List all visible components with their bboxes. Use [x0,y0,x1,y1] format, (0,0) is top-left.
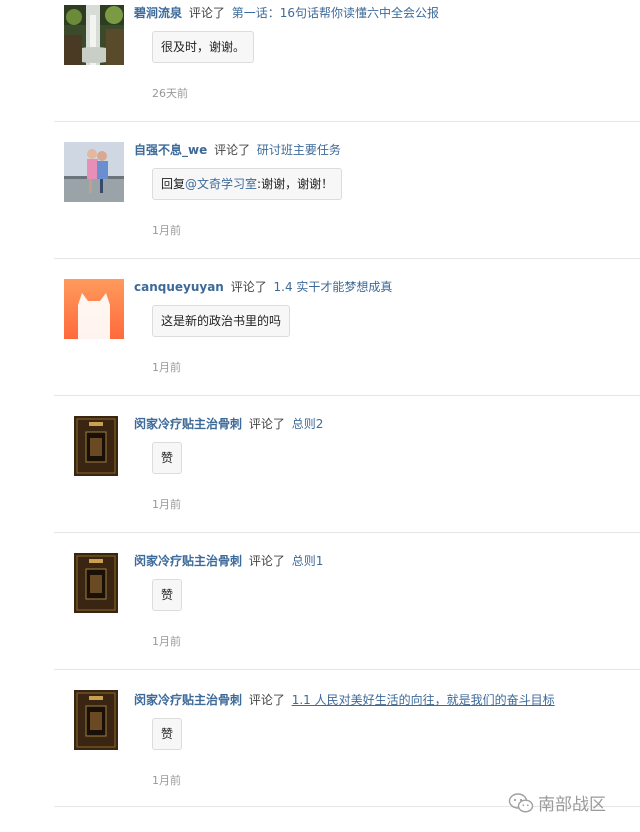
article-link[interactable]: 第一话：16句话帮你读懂六中全会公报 [232,6,439,20]
username-link[interactable]: 闵家冷疗贴主治骨刺 [134,693,242,707]
reply-prefix: 回复 [161,177,186,191]
timestamp: 1月前 [152,774,181,787]
comment-header: canqueyuyan 评论了 1.4 实干才能梦想成真 [134,279,392,295]
comment-bubble: 赞 [152,442,183,474]
avatar[interactable] [74,553,118,613]
timestamp: 1月前 [152,224,181,237]
comment-item: canqueyuyan 评论了 1.4 实干才能梦想成真 这是新的政治书里的吗 … [54,259,640,396]
action-text: 评论了 [248,417,285,431]
avatar[interactable] [74,690,118,750]
comment-text: :谢谢，谢谢！ [257,177,334,191]
comment-item: 碧涧流泉 评论了 第一话：16句话帮你读懂六中全会公报 很及时，谢谢。 26天前 [54,0,640,122]
username-link[interactable]: 自强不息_we [134,143,207,157]
watermark-text: 南部战区 [538,795,606,815]
comment-header: 闵家冷疗贴主治骨刺 评论了 1.1 人民对美好生活的向往，就是我们的奋斗目标 [134,692,555,708]
username-link[interactable]: 碧涧流泉 [134,6,182,20]
timestamp: 1月前 [152,361,181,374]
article-link[interactable]: 1.1 人民对美好生活的向往，就是我们的奋斗目标 [292,693,555,707]
wechat-icon [508,792,534,813]
comment-text: 很及时，谢谢。 [161,40,246,54]
action-text: 评论了 [248,554,285,568]
comment-bubble: 回复@文奇学习室:谢谢，谢谢！ [152,168,343,200]
comment-bubble: 很及时，谢谢。 [152,31,255,63]
timestamp: 1月前 [152,498,181,511]
comment-text: 赞 [161,588,174,602]
comment-item: 闵家冷疗贴主治骨刺 评论了 总则2 赞 1月前 [54,396,640,533]
avatar[interactable] [74,416,118,476]
timestamp: 1月前 [152,635,181,648]
action-text: 评论了 [248,693,285,707]
comment-item: 闵家冷疗贴主治骨刺 评论了 总则1 赞 1月前 [54,533,640,670]
username-link[interactable]: canqueyuyan [134,280,224,294]
comment-feed: 碧涧流泉 评论了 第一话：16句话帮你读懂六中全会公报 很及时，谢谢。 26天前 [0,0,640,832]
comment-text: 这是新的政治书里的吗 [161,314,282,328]
comment-bubble: 赞 [152,718,183,750]
article-link[interactable]: 1.4 实干才能梦想成真 [274,280,393,294]
comment-text: 赞 [161,451,174,465]
avatar[interactable] [64,142,124,202]
action-text: 评论了 [230,280,267,294]
watermark: 南部战区 [508,790,606,815]
article-link[interactable]: 总则1 [292,554,324,568]
username-link[interactable]: 闵家冷疗贴主治骨刺 [134,554,242,568]
action-text: 评论了 [188,6,225,20]
comment-header: 闵家冷疗贴主治骨刺 评论了 总则2 [134,416,323,432]
avatar[interactable] [64,279,124,339]
comment-bubble: 这是新的政治书里的吗 [152,305,291,337]
avatar[interactable] [64,5,124,65]
comment-text: 赞 [161,727,174,741]
mention-link[interactable]: @文奇学习室 [185,177,257,191]
comment-header: 自强不息_we 评论了 研讨班主要任务 [134,142,341,158]
article-link[interactable]: 总则2 [292,417,324,431]
comment-item: 自强不息_we 评论了 研讨班主要任务 回复@文奇学习室:谢谢，谢谢！ 1月前 [54,122,640,259]
comment-header: 闵家冷疗贴主治骨刺 评论了 总则1 [134,553,323,569]
username-link[interactable]: 闵家冷疗贴主治骨刺 [134,417,242,431]
timestamp: 26天前 [152,87,188,100]
comment-item: 闵家冷疗贴主治骨刺 评论了 1.1 人民对美好生活的向往，就是我们的奋斗目标 赞… [54,670,640,807]
action-text: 评论了 [214,143,251,157]
comment-bubble: 赞 [152,579,183,611]
article-link[interactable]: 研讨班主要任务 [257,143,341,157]
comment-header: 碧涧流泉 评论了 第一话：16句话帮你读懂六中全会公报 [134,5,439,21]
